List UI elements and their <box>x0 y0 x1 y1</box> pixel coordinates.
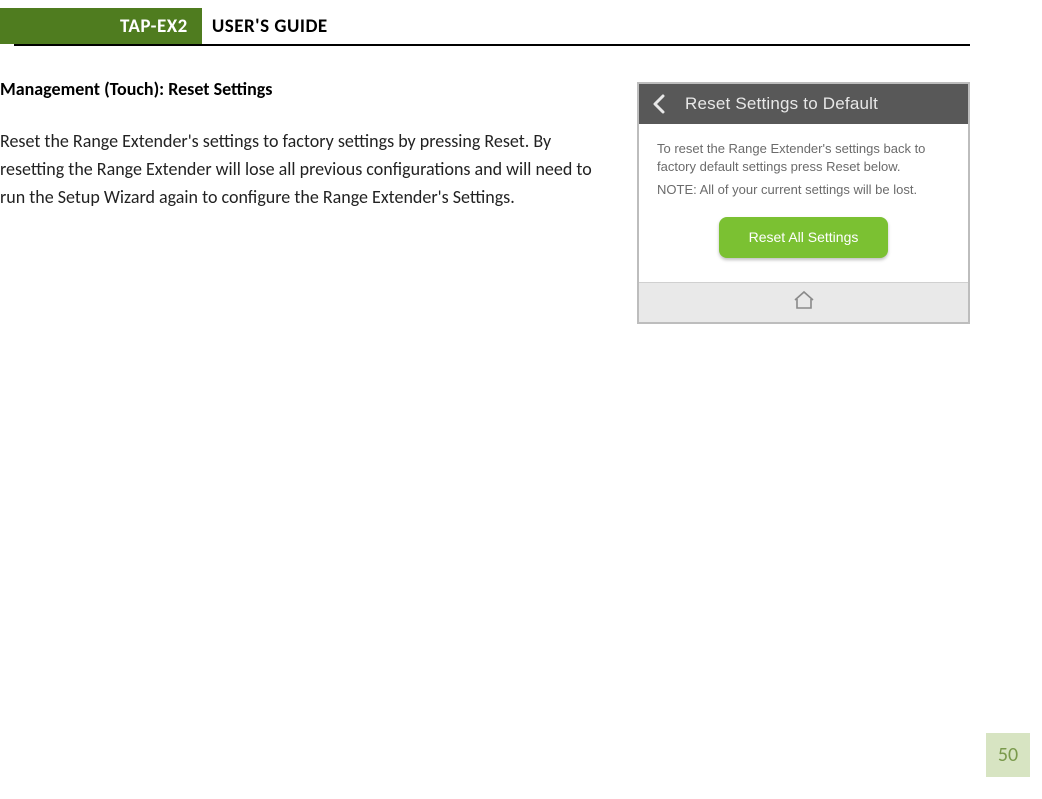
product-badge: TAP-EX2 <box>0 8 202 44</box>
screenshot-body: To reset the Range Extender's settings b… <box>639 124 968 282</box>
back-button[interactable] <box>639 84 679 124</box>
screenshot-title: Reset Settings to Default <box>679 94 968 114</box>
document-header: TAP-EX2 USER'S GUIDE <box>0 8 1042 44</box>
touch-screenshot: Reset Settings to Default To reset the R… <box>637 82 970 324</box>
section-title: Management (Touch): Reset Settings <box>0 78 613 100</box>
reset-all-settings-button[interactable]: Reset All Settings <box>719 217 889 258</box>
section-body: Reset the Range Extender's settings to f… <box>0 128 613 212</box>
screenshot-instruction: To reset the Range Extender's settings b… <box>657 140 950 175</box>
screenshot-titlebar: Reset Settings to Default <box>639 84 968 124</box>
document-title: USER'S GUIDE <box>202 8 1042 44</box>
screenshot-footer <box>639 282 968 322</box>
chevron-left-icon <box>652 94 666 114</box>
screenshot-note: NOTE: All of your current settings will … <box>657 181 950 199</box>
home-icon <box>793 290 815 310</box>
page-number: 50 <box>986 733 1030 777</box>
home-button[interactable] <box>793 290 815 315</box>
